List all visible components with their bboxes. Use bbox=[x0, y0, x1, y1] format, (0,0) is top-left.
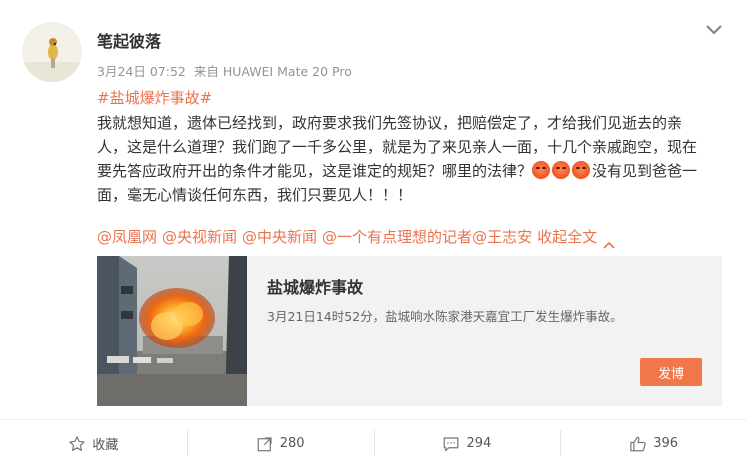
post-meta: 3月24日 07:52 来自 HUAWEI Mate 20 Pro bbox=[97, 61, 356, 80]
card-description: 3月21日14时52分，盐城响水陈家港天嘉宜工厂发生爆炸事故。 bbox=[267, 309, 623, 324]
topic-card[interactable]: 盐城爆炸事故 3月21日14时52分，盐城响水陈家港天嘉宜工厂发生爆炸事故。 发… bbox=[97, 256, 722, 406]
angry-face-icon bbox=[572, 161, 591, 179]
star-icon bbox=[69, 435, 86, 451]
username[interactable]: 笔起彼落 bbox=[97, 28, 161, 52]
favorite-button[interactable]: 收藏 bbox=[0, 420, 187, 467]
post-date[interactable]: 3月24日 07:52 bbox=[97, 64, 186, 79]
post-button[interactable]: 发博 bbox=[640, 358, 702, 386]
repost-button[interactable]: 280 bbox=[186, 420, 374, 467]
action-toolbar: 收藏 280 294 396 bbox=[0, 419, 747, 467]
mention-link[interactable]: @凤凰网 bbox=[97, 228, 157, 246]
post-source: 来自 HUAWEI Mate 20 Pro bbox=[193, 64, 352, 79]
card-title[interactable]: 盐城爆炸事故 bbox=[267, 274, 363, 298]
mentions-line: @凤凰网 @央视新闻 @中央新闻 @一个有点理想的记者@王志安 收起全文 bbox=[97, 225, 615, 249]
like-count: 396 bbox=[653, 436, 679, 451]
chevron-down-icon[interactable] bbox=[704, 22, 724, 36]
mention-link[interactable]: @央视新闻 bbox=[162, 228, 237, 246]
chevron-up-icon[interactable] bbox=[603, 233, 615, 249]
thumbs-up-icon bbox=[630, 436, 646, 451]
comment-button[interactable]: 294 bbox=[373, 420, 561, 467]
comment-count: 294 bbox=[466, 436, 492, 451]
angry-face-icon bbox=[532, 161, 551, 179]
like-button[interactable]: 396 bbox=[560, 420, 747, 467]
card-thumbnail bbox=[97, 256, 247, 406]
comment-icon bbox=[444, 436, 459, 451]
collapse-link[interactable]: 收起全文 bbox=[537, 228, 597, 246]
mention-link[interactable]: @王志安 bbox=[472, 228, 532, 246]
hashtag-link[interactable]: #盐城爆炸事故# bbox=[97, 87, 212, 108]
post-body: 我就想知道，遗体已经找到，政府要求我们先签协议，把赔偿定了，才给我们见逝去的亲人… bbox=[97, 111, 707, 207]
avatar[interactable] bbox=[22, 22, 82, 82]
share-icon bbox=[257, 436, 272, 451]
mention-link[interactable]: @一个有点理想的记者 bbox=[322, 228, 472, 246]
angry-face-icon bbox=[552, 161, 571, 179]
repost-count: 280 bbox=[279, 436, 305, 451]
mention-link[interactable]: @中央新闻 bbox=[242, 228, 317, 246]
favorite-label: 收藏 bbox=[92, 438, 119, 453]
